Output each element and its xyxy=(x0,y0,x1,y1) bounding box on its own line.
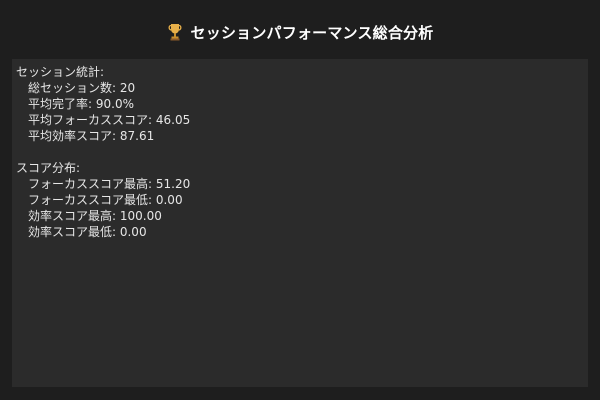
stat-avg-completion: 平均完了率: 90.0% xyxy=(28,97,134,111)
distribution-header: スコア分布: xyxy=(16,161,81,175)
dist-focus-max: フォーカススコア最高: 51.20 xyxy=(28,177,191,191)
analysis-window: セッションパフォーマンス総合分析 セッション統計: 総セッション数: 20 平均… xyxy=(0,0,600,400)
dist-efficiency-max: 効率スコア最高: 100.00 xyxy=(28,209,162,223)
dist-focus-min: フォーカススコア最低: 0.00 xyxy=(28,193,183,207)
dist-efficiency-min: 効率スコア最低: 0.00 xyxy=(28,225,147,239)
title-bar: セッションパフォーマンス総合分析 xyxy=(0,18,600,46)
trophy-icon xyxy=(167,23,183,41)
window-title: セッションパフォーマンス総合分析 xyxy=(190,23,434,42)
analysis-text-panel[interactable]: セッション統計: 総セッション数: 20 平均完了率: 90.0% 平均フォーカ… xyxy=(12,59,588,387)
stat-avg-efficiency: 平均効率スコア: 87.61 xyxy=(28,129,155,143)
stat-total-sessions: 総セッション数: 20 xyxy=(28,81,136,95)
stat-avg-focus: 平均フォーカススコア: 46.05 xyxy=(28,113,191,127)
stats-header: セッション統計: xyxy=(16,65,105,79)
